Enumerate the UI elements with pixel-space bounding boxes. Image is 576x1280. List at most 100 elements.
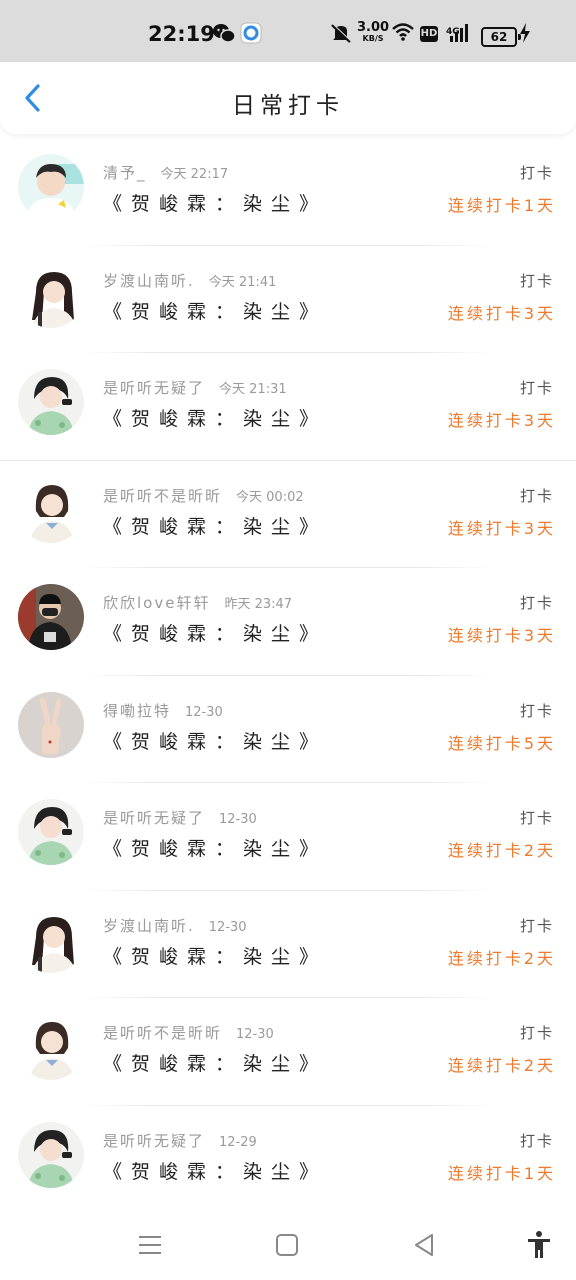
- checkin-label: 打卡: [519, 379, 554, 397]
- list-item[interactable]: 是听听无疑了 12-29 《贺峻霖：染尘》 打卡 连续打卡1天: [0, 1106, 576, 1214]
- list-item[interactable]: 清予_ 今天 22:17 《贺峻霖：染尘》 打卡 连续打卡1天: [0, 138, 576, 246]
- entry-meta: 是听听不是昕昕 今天 00:02: [103, 485, 304, 506]
- accessibility-button[interactable]: [524, 1230, 554, 1260]
- entry-meta: 是听听无疑了 今天 21:31: [103, 377, 287, 398]
- streak-text: 连续打卡2天: [447, 841, 556, 860]
- username[interactable]: 得嘞拉特: [103, 702, 171, 720]
- avatar[interactable]: [18, 906, 84, 973]
- entry-time: 今天 21:41: [208, 274, 277, 290]
- book-title[interactable]: 《贺峻霖：染尘》: [103, 512, 327, 539]
- entry-time: 昨天 23:47: [224, 597, 293, 612]
- net-speed-value: 3.00: [357, 20, 390, 35]
- wifi-icon: [391, 22, 415, 49]
- checkin-label: 打卡: [519, 809, 554, 827]
- streak-text: 连续打卡3天: [447, 411, 556, 430]
- entry-meta: 岁渡山南听. 12-30: [103, 915, 247, 936]
- avatar[interactable]: [18, 1121, 84, 1188]
- status-time: 22:19: [148, 22, 215, 46]
- book-title[interactable]: 《贺峻霖：染尘》: [103, 942, 327, 969]
- checkin-list: 清予_ 今天 22:17 《贺峻霖：染尘》 打卡 连续打卡1天 岁渡山南听. 今天 …: [0, 138, 576, 1213]
- checkin-label: 打卡: [519, 486, 554, 505]
- back-triangle-icon: [415, 1234, 433, 1256]
- avatar[interactable]: [18, 584, 84, 650]
- checkin-label: 打卡: [519, 594, 554, 612]
- entry-meta: 是听听不是昕昕 12-30: [103, 1022, 274, 1043]
- checkin-label: 打卡: [519, 701, 554, 720]
- entry-time: 今天 00:02: [236, 489, 304, 505]
- battery-indicator: 62: [481, 27, 521, 47]
- username[interactable]: 是听听无疑了: [103, 809, 205, 827]
- entry-time: 12-30: [219, 812, 257, 827]
- book-title[interactable]: 《贺峻霖：染尘》: [103, 727, 327, 754]
- list-item[interactable]: 是听听不是昕昕 12-30 《贺峻霖：染尘》 打卡 连续打卡2天: [0, 998, 576, 1106]
- wechat-icon: [212, 22, 236, 51]
- username[interactable]: 清予_: [103, 164, 147, 182]
- list-item[interactable]: 岁渡山南听. 12-30 《贺峻霖：染尘》 打卡 连续打卡2天: [0, 891, 576, 998]
- username[interactable]: 岁渡山南听.: [103, 272, 195, 290]
- streak-text: 连续打卡3天: [447, 518, 556, 538]
- book-title[interactable]: 《贺峻霖：染尘》: [103, 1049, 327, 1076]
- entry-time: 12-30: [208, 919, 247, 935]
- app-icon: [240, 22, 262, 51]
- username[interactable]: 是听听无疑了: [103, 379, 205, 397]
- entry-meta: 岁渡山南听. 今天 21:41: [103, 270, 276, 291]
- accessibility-icon: [528, 1231, 550, 1258]
- entry-time: 12-29: [219, 1134, 257, 1150]
- username[interactable]: 是听听无疑了: [103, 1132, 205, 1150]
- streak-text: 连续打卡3天: [447, 303, 556, 323]
- header: 日常打卡: [0, 62, 576, 134]
- book-title[interactable]: 《贺峻霖：染尘》: [103, 1157, 327, 1184]
- entry-time: 今天 22:17: [160, 167, 229, 182]
- avatar[interactable]: [18, 154, 84, 220]
- hd-icon: HD: [420, 26, 438, 42]
- avatar[interactable]: [18, 691, 84, 758]
- list-item[interactable]: 岁渡山南听. 今天 21:41 《贺峻霖：染尘》 打卡 连续打卡3天: [0, 246, 576, 353]
- checkin-label: 打卡: [519, 1131, 554, 1150]
- list-item[interactable]: 欣欣love轩轩 昨天 23:47 《贺峻霖：染尘》 打卡 连续打卡3天: [0, 568, 576, 676]
- avatar[interactable]: [18, 369, 84, 435]
- streak-text: 连续打卡5天: [447, 733, 556, 753]
- checkin-label: 打卡: [519, 164, 554, 182]
- charging-icon: [518, 22, 532, 51]
- username[interactable]: 岁渡山南听.: [103, 917, 195, 935]
- avatar[interactable]: [18, 476, 84, 543]
- menu-button[interactable]: [135, 1230, 165, 1260]
- streak-text: 连续打卡2天: [447, 948, 556, 968]
- system-nav-bar: [0, 1210, 576, 1280]
- entry-meta: 得嘞拉特 12-30: [103, 700, 223, 721]
- home-button[interactable]: [272, 1230, 302, 1260]
- avatar[interactable]: [18, 799, 84, 865]
- list-item[interactable]: 是听听无疑了 今天 21:31 《贺峻霖：染尘》 打卡 连续打卡3天: [0, 353, 576, 461]
- list-item[interactable]: 是听听不是昕昕 今天 00:02 《贺峻霖：染尘》 打卡 连续打卡3天: [0, 461, 576, 568]
- checkin-label: 打卡: [519, 1024, 554, 1042]
- avatar[interactable]: [18, 1014, 84, 1080]
- username[interactable]: 是听听不是昕昕: [103, 487, 222, 505]
- book-title[interactable]: 《贺峻霖：染尘》: [103, 619, 327, 646]
- list-item[interactable]: 得嘞拉特 12-30 《贺峻霖：染尘》 打卡 连续打卡5天: [0, 676, 576, 783]
- net-speed: 3.00 KB/S: [357, 20, 390, 44]
- entry-meta: 是听听无疑了 12-30: [103, 807, 257, 828]
- back-nav-button[interactable]: [409, 1230, 439, 1260]
- list-item[interactable]: 是听听无疑了 12-30 《贺峻霖：染尘》 打卡 连续打卡2天: [0, 783, 576, 891]
- entry-meta: 欣欣love轩轩 昨天 23:47: [103, 592, 292, 613]
- book-title[interactable]: 《贺峻霖：染尘》: [103, 834, 327, 861]
- status-bar: 22:19 3.00 KB/S HD 4G 62: [0, 0, 576, 62]
- entry-meta: 是听听无疑了 12-29: [103, 1130, 257, 1151]
- book-title[interactable]: 《贺峻霖：染尘》: [103, 404, 327, 431]
- page-title: 日常打卡: [232, 93, 344, 119]
- checkin-label: 打卡: [519, 271, 554, 290]
- streak-text: 连续打卡3天: [447, 626, 556, 645]
- username[interactable]: 欣欣love轩轩: [103, 594, 210, 612]
- entry-time: 12-30: [185, 704, 223, 720]
- book-title[interactable]: 《贺峻霖：染尘》: [103, 189, 327, 216]
- book-title[interactable]: 《贺峻霖：染尘》: [103, 297, 327, 324]
- streak-text: 连续打卡2天: [447, 1056, 556, 1075]
- home-icon: [276, 1234, 298, 1256]
- entry-time: 12-30: [236, 1027, 274, 1042]
- streak-text: 连续打卡1天: [447, 196, 556, 215]
- avatar[interactable]: [18, 261, 84, 328]
- checkin-label: 打卡: [519, 916, 554, 935]
- streak-text: 连续打卡1天: [447, 1163, 556, 1183]
- menu-icon: [139, 1236, 161, 1254]
- username[interactable]: 是听听不是昕昕: [103, 1024, 222, 1042]
